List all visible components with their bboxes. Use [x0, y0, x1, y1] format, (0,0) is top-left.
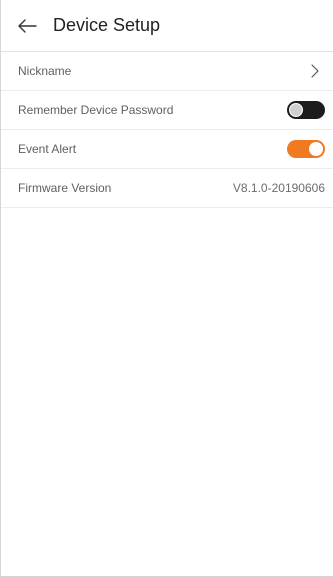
remember-password-label: Remember Device Password — [18, 103, 174, 117]
event-alert-toggle[interactable] — [287, 140, 325, 158]
nickname-row[interactable]: Nickname — [1, 52, 333, 91]
toggle-knob — [289, 103, 303, 117]
arrow-left-icon — [18, 18, 37, 33]
firmware-version-value: V8.1.0-20190606 — [232, 181, 325, 195]
device-setup-screen: Device Setup Nickname Remember Device Pa… — [0, 0, 334, 577]
chevron-right-icon — [307, 63, 323, 79]
remember-password-toggle[interactable] — [287, 101, 325, 119]
back-button[interactable] — [15, 14, 39, 38]
firmware-version-label: Firmware Version — [18, 181, 112, 195]
nickname-label: Nickname — [18, 64, 72, 78]
page-title: Device Setup — [53, 15, 161, 35]
firmware-version-row: Firmware Version V8.1.0-20190606 — [1, 169, 333, 208]
header-bar: Device Setup — [1, 0, 333, 52]
event-alert-row: Event Alert — [1, 130, 333, 169]
event-alert-label: Event Alert — [18, 142, 77, 156]
toggle-knob — [309, 142, 323, 156]
remember-password-row: Remember Device Password — [1, 91, 333, 130]
